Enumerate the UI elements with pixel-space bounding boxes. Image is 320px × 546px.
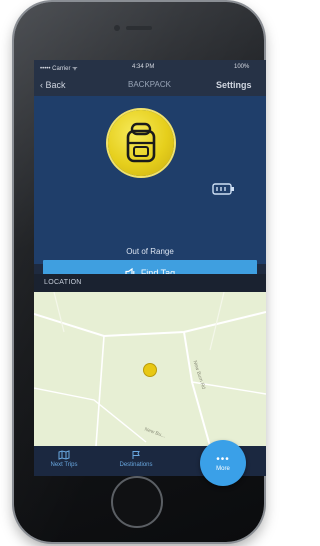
time-label: 4:34 PM bbox=[132, 64, 155, 70]
tag-device-icon bbox=[212, 183, 234, 195]
front-camera bbox=[114, 25, 120, 31]
tag-location-pin[interactable] bbox=[144, 364, 156, 376]
ellipsis-icon: ••• bbox=[216, 454, 230, 465]
location-header-label: LOCATION bbox=[44, 279, 82, 286]
carrier-label: ••••• Carrier ᯤ bbox=[40, 66, 78, 72]
tab-next-trips[interactable]: Next Trips bbox=[34, 450, 94, 468]
tab-destinations-label: Destinations bbox=[119, 462, 153, 468]
location-map[interactable]: New Burn Rd New Bu... bbox=[34, 292, 266, 446]
flag-icon bbox=[132, 451, 140, 459]
navigation-bar: ‹ Back BACKPACK Settings bbox=[34, 74, 266, 96]
location-section-header: LOCATION bbox=[34, 274, 266, 292]
tag-hero: Out of Range Find Tag bbox=[34, 96, 266, 286]
status-bar: ••••• Carrier ᯤ 4:34 PM 100% bbox=[34, 60, 266, 74]
settings-button[interactable]: Settings bbox=[216, 80, 252, 90]
page-title: BACKPACK bbox=[128, 80, 171, 89]
app-screen: ••••• Carrier ᯤ 4:34 PM 100% ‹ Back BACK… bbox=[34, 60, 266, 460]
back-button[interactable]: ‹ Back bbox=[40, 80, 66, 90]
tab-more-label: More bbox=[216, 466, 230, 472]
backpack-icon bbox=[126, 122, 156, 163]
tag-status-label: Out of Range bbox=[126, 247, 174, 256]
tab-more[interactable]: ••• More bbox=[200, 440, 246, 486]
tag-status-circle[interactable] bbox=[108, 110, 174, 176]
tab-next-trips-label: Next Trips bbox=[50, 462, 78, 468]
battery-label: 100% bbox=[234, 64, 250, 70]
home-button[interactable] bbox=[111, 476, 163, 528]
tab-destinations[interactable]: Destinations bbox=[106, 450, 166, 468]
map-icon bbox=[58, 450, 70, 460]
earpiece-speaker bbox=[126, 26, 152, 30]
